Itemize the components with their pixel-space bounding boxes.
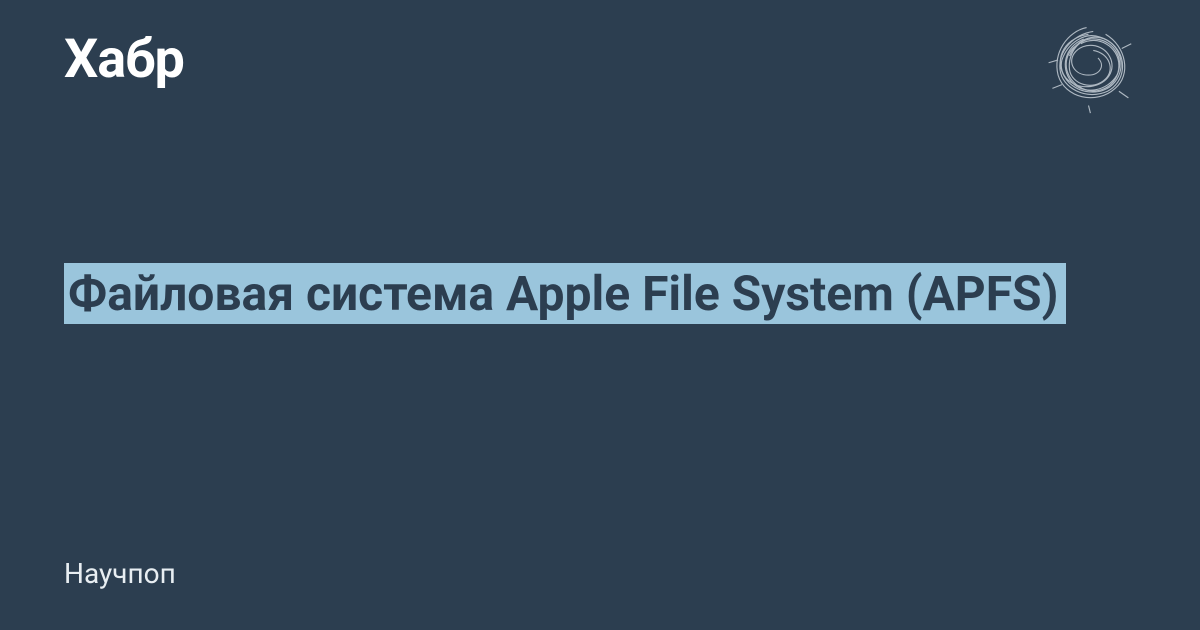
article-title-area: Файловая система Apple File System (APFS…	[64, 260, 1136, 327]
site-logo: Хабр	[64, 28, 184, 91]
article-title: Файловая система Apple File System (APFS…	[64, 263, 1066, 324]
category-label: Научпоп	[64, 557, 176, 590]
header: Хабр	[64, 28, 1136, 115]
scribble-icon	[1041, 20, 1136, 115]
